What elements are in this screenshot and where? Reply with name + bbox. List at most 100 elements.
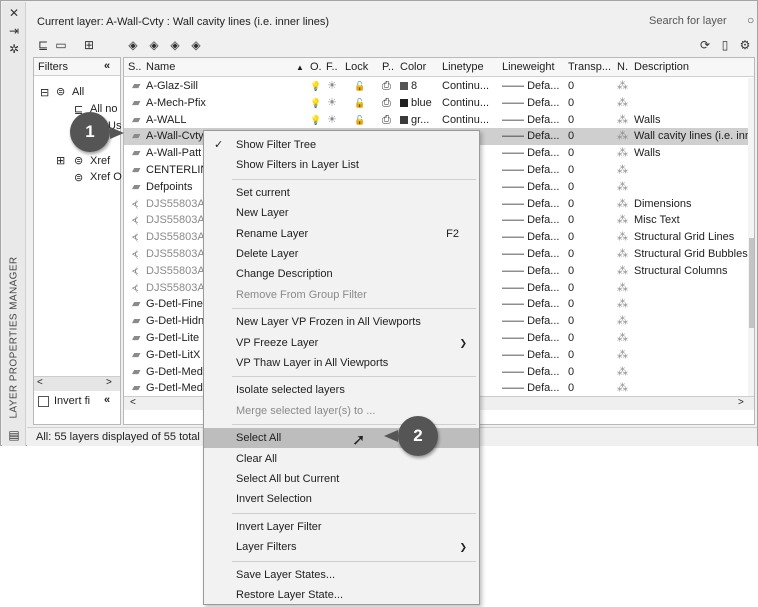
scroll-left-icon[interactable]: <: [37, 377, 43, 388]
menu-item-layer-filters[interactable]: Layer Filters ❯: [204, 537, 479, 557]
new-vp-freeze-icon: ⁂: [617, 96, 628, 109]
layer-name[interactable]: A-Wall-Patt: [146, 146, 201, 161]
grid-header: S.. Name ▲ O. F.. Lock P.. Color Linetyp…: [124, 58, 754, 77]
new-property-filter-icon[interactable]: ⊑: [35, 37, 51, 53]
col-linetype[interactable]: Linetype: [442, 61, 484, 73]
layer-name[interactable]: G-Detl-Fine: [146, 297, 203, 312]
layer-name[interactable]: A-Wall-Cvty: [146, 129, 204, 144]
new-layer-vp-frozen-icon[interactable]: ◈: [146, 37, 162, 53]
tree-expander[interactable]: ⊟: [40, 86, 49, 99]
menu-item-new-layer[interactable]: New Layer: [204, 203, 479, 223]
menu-item-remove-from-group-filter[interactable]: Remove From Group Filter: [204, 285, 479, 305]
layer-name[interactable]: G-Detl-Medl: [146, 365, 205, 380]
callout-2-pointer: [384, 430, 398, 442]
new-vp-freeze-icon: ⁂: [617, 365, 628, 378]
menu-item-save-layer-states[interactable]: Save Layer States...: [204, 565, 479, 585]
settings-icon[interactable]: ▯: [717, 37, 733, 53]
delete-layer-icon[interactable]: ◈: [167, 37, 183, 53]
layer-name[interactable]: G-Detl-Medr: [146, 381, 207, 396]
menu-item-set-current[interactable]: Set current: [204, 183, 479, 203]
layer-name[interactable]: A-Mech-Pfix: [146, 96, 206, 111]
plot-icon: ⎙: [382, 80, 391, 92]
layer-name[interactable]: G-Detl-Hidn: [146, 314, 204, 329]
layer-name[interactable]: A-Glaz-Sill: [146, 79, 198, 94]
collapse-filters-button[interactable]: «: [104, 60, 110, 72]
scroll-left-icon[interactable]: <: [130, 397, 136, 408]
properties-icon[interactable]: ✲: [7, 42, 21, 56]
lineweight-value: Defa...: [527, 80, 560, 92]
tree-expander[interactable]: ⊞: [56, 154, 65, 167]
filter-all[interactable]: All: [72, 86, 84, 98]
col-new-vp-freeze[interactable]: N.: [617, 61, 628, 73]
menu-item-isolate-selected-layers[interactable]: Isolate selected layers: [204, 380, 479, 400]
layer-linetype: Continu...: [442, 113, 490, 126]
layer-name[interactable]: G-Detl-LitX: [146, 348, 200, 363]
menu-item-shortcut: F2: [446, 227, 459, 240]
filters-scrollbar[interactable]: < >: [34, 376, 120, 391]
lock-icon: 🔓: [354, 97, 366, 108]
layer-transparency: 0: [568, 264, 575, 277]
layer-name[interactable]: G-Detl-Lite: [146, 331, 199, 346]
gear-icon[interactable]: ⚙: [737, 37, 753, 53]
menu-item-show-filter-tree[interactable]: ✓ Show Filter Tree: [204, 135, 479, 155]
on-off-icon: 💡: [310, 97, 322, 108]
layer-name[interactable]: A-WALL: [146, 113, 187, 128]
layer-states-manager-icon[interactable]: ⊞: [81, 37, 97, 53]
submenu-arrow-icon: ❯: [459, 542, 467, 553]
menu-item-select-all-but-current[interactable]: Select All but Current: [204, 469, 479, 489]
layer-row[interactable]: ▰ A-Glaz-Sill 💡 ☀ 🔓 ⎙ 8 Continu... —— Defa... 0 ⁂: [124, 78, 754, 95]
invert-filter-label: Invert fi: [54, 395, 91, 407]
menu-item-merge-selected-layer-s-to[interactable]: Merge selected layer(s) to ...: [204, 401, 479, 421]
menu-item-new-layer-vp-frozen-in-all-viewports[interactable]: New Layer VP Frozen in All Viewports: [204, 312, 479, 332]
col-plot[interactable]: P..: [382, 61, 394, 73]
close-icon[interactable]: ✕: [7, 6, 21, 20]
search-input[interactable]: Search for layer: [649, 15, 727, 27]
filters-pane: Filters « ⊟ ⊜ All ⊑ All no Us ⊞ ⊜ Xref ⊜…: [33, 57, 122, 425]
col-lock[interactable]: Lock: [345, 61, 368, 73]
auto-hide-icon[interactable]: ⇥: [7, 24, 21, 38]
menu-item-rename-layer[interactable]: Rename Layer F2: [204, 224, 479, 244]
col-transparency[interactable]: Transp...: [568, 61, 611, 73]
filter-xref-other[interactable]: Xref O: [90, 171, 122, 183]
menu-item-vp-thaw-layer-in-all-viewports[interactable]: VP Thaw Layer in All Viewports: [204, 353, 479, 373]
vscroll-thumb[interactable]: [749, 238, 754, 328]
col-lineweight[interactable]: Lineweight: [502, 61, 555, 73]
refresh-icon[interactable]: ⟳: [697, 37, 713, 53]
col-status[interactable]: S..: [128, 61, 141, 73]
collapse-filters-button[interactable]: «: [104, 394, 110, 406]
set-current-icon[interactable]: ◈: [188, 37, 204, 53]
layer-name[interactable]: Defpoints: [146, 180, 192, 195]
menu-item-vp-freeze-layer[interactable]: VP Freeze Layer ❯: [204, 333, 479, 353]
col-freeze[interactable]: F..: [326, 61, 338, 73]
new-vp-freeze-icon: ⁂: [617, 332, 628, 344]
layer-lineweight: —— Defa...: [502, 129, 559, 144]
col-name[interactable]: Name: [146, 61, 175, 73]
new-group-filter-icon[interactable]: ▭: [53, 37, 69, 53]
menu-item-change-description[interactable]: Change Description: [204, 264, 479, 284]
menu-item-delete-layer[interactable]: Delete Layer: [204, 244, 479, 264]
menu-item-invert-layer-filter[interactable]: Invert Layer Filter: [204, 517, 479, 537]
filter-xref[interactable]: Xref: [90, 155, 110, 167]
col-description[interactable]: Description: [634, 61, 689, 73]
menu-item-label: Remove From Group Filter: [236, 288, 367, 301]
invert-filter-checkbox[interactable]: [38, 396, 49, 407]
scroll-right-icon[interactable]: >: [106, 377, 112, 388]
new-layer-icon[interactable]: ◈: [125, 37, 141, 53]
menu-item-restore-layer-state[interactable]: Restore Layer State...: [204, 585, 479, 605]
menu-item-invert-selection[interactable]: Invert Selection: [204, 489, 479, 509]
status-text: All: 55 layers displayed of 55 total l: [36, 431, 206, 443]
lineweight-value: Defa...: [527, 365, 560, 378]
layer-row[interactable]: ▰ A-Mech-Pfix 💡 ☀ 🔓 ⎙ blue Continu... —— Defa...…: [124, 95, 754, 112]
col-on[interactable]: O.: [310, 61, 322, 73]
menu-item-label: Isolate selected layers: [236, 384, 345, 397]
color-name: gr...: [411, 113, 430, 126]
col-color[interactable]: Color: [400, 61, 426, 73]
layer-transparency: 0: [568, 231, 575, 244]
search-icon[interactable]: ○: [747, 13, 754, 27]
menu-item-show-filters-in-layer-list[interactable]: Show Filters in Layer List: [204, 155, 479, 175]
menu-item-clear-all[interactable]: Clear All: [204, 449, 479, 469]
grid-vscrollbar[interactable]: [748, 78, 754, 396]
layer-row[interactable]: ▰ A-WALL 💡 ☀ 🔓 ⎙ gr... Continu... —— Defa... 0 ⁂ Wa…: [124, 112, 754, 129]
scroll-right-icon[interactable]: >: [738, 397, 744, 408]
layer-status-icon: ▰: [132, 365, 141, 378]
